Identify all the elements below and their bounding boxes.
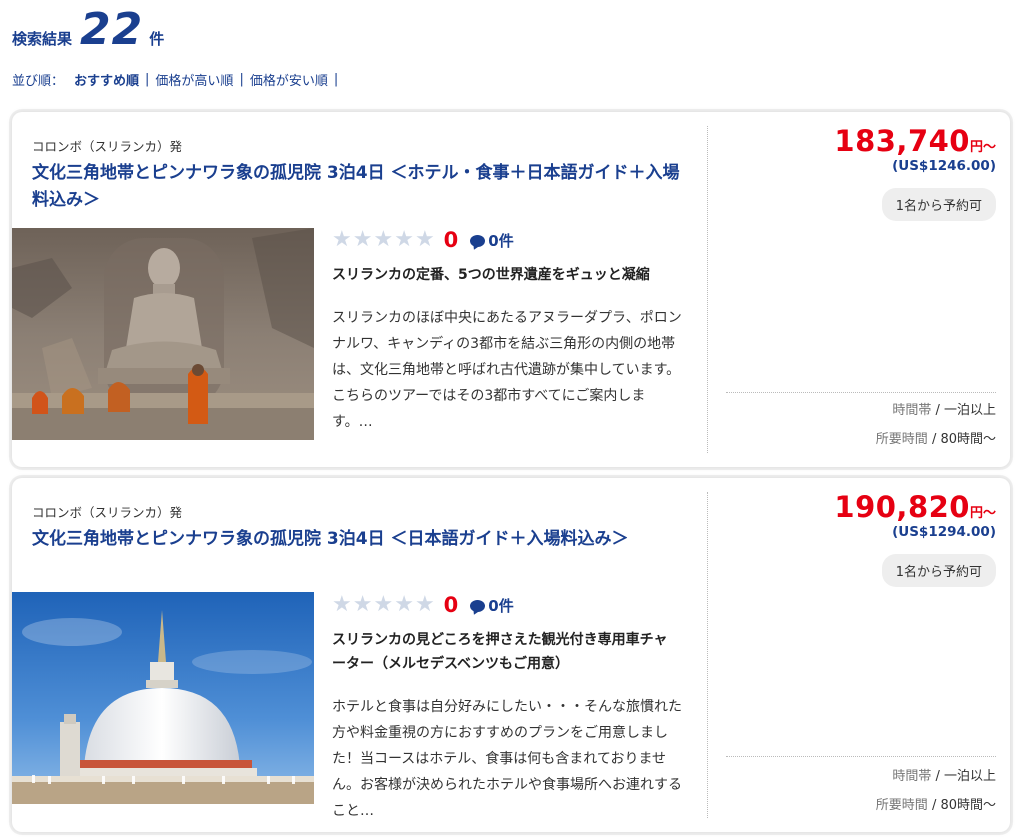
- duration-value: / 80時間〜: [927, 798, 996, 813]
- time-slot: 時間帯 / 一泊以上: [876, 396, 996, 425]
- price-column: 183,740円〜 (US$1246.00) 1名から予約可: [834, 124, 996, 221]
- comment-bubble-icon: [470, 235, 486, 247]
- rating-score: 0: [443, 228, 459, 252]
- tour-card[interactable]: コロンボ（スリランカ）発 文化三角地帯とピンナワラ象の孤児院 3泊4日 ＜ホテル…: [12, 112, 1010, 467]
- tour-info: ★ ★ ★ ★ ★ 0 0件 スリランカの定番、5つの世界遺産をギュッと凝縮 ス…: [332, 227, 692, 435]
- sort-separator: |: [145, 72, 150, 87]
- review-count: 0件: [488, 596, 514, 615]
- results-header: 検索結果 22 件: [12, 4, 164, 55]
- sort-separator: |: [239, 72, 244, 87]
- min-people-badge: 1名から予約可: [881, 188, 996, 221]
- time-slot-value: / 一泊以上: [931, 769, 996, 784]
- results-count: 22: [80, 4, 144, 55]
- sort-price-low[interactable]: 価格が安い順: [250, 70, 328, 89]
- results-label: 検索結果: [12, 30, 73, 48]
- rating-row: ★ ★ ★ ★ ★ 0 0件: [332, 227, 692, 253]
- tour-title-link[interactable]: 文化三角地帯とピンナワラ象の孤児院 3泊4日 ＜ホテル・食事＋日本語ガイド＋入場…: [32, 160, 682, 214]
- rating-row: ★ ★ ★ ★ ★ 0 0件: [332, 592, 692, 618]
- star-icon: ★: [414, 227, 435, 252]
- column-divider: [707, 492, 708, 818]
- star-icon: ★: [414, 592, 435, 617]
- tour-info: ★ ★ ★ ★ ★ 0 0件 スリランカの見どころを押さえた観光付き専用車チャー…: [332, 592, 692, 824]
- duration-label: 所要時間: [875, 798, 928, 813]
- price-column: 190,820円〜 (US$1294.00) 1名から予約可: [834, 490, 996, 587]
- stupa-photo: [12, 592, 314, 804]
- star-icon: ★: [352, 227, 373, 252]
- tour-origin: コロンボ（スリランカ）発: [32, 505, 183, 520]
- price-usd: (US$1294.00): [892, 524, 996, 540]
- tour-card[interactable]: コロンボ（スリランカ）発 文化三角地帯とピンナワラ象の孤児院 3泊4日 ＜日本語…: [12, 478, 1010, 832]
- price-amount: 190,820: [834, 490, 970, 524]
- sort-bar: 並び順： おすすめ順 | 価格が高い順 | 価格が安い順 |: [12, 70, 344, 89]
- tour-price: 190,820円〜: [834, 490, 996, 524]
- duration: 所要時間 / 80時間〜: [876, 425, 996, 454]
- meta-divider: [726, 756, 996, 757]
- star-icon: ★: [373, 227, 394, 252]
- price-unit: 円〜: [969, 140, 996, 155]
- tour-description: スリランカのほぼ中央にあたるアヌラーダプラ、ポロンナルワ、キャンディの3都市を結…: [332, 310, 682, 430]
- meta-divider: [726, 392, 996, 393]
- star-icon: ★: [373, 592, 394, 617]
- tour-origin: コロンボ（スリランカ）発: [32, 139, 183, 154]
- buddha-statue-photo: [12, 228, 314, 440]
- column-divider: [707, 126, 708, 453]
- tour-meta: 時間帯 / 一泊以上 所要時間 / 80時間〜: [876, 762, 996, 820]
- rating-score: 0: [443, 593, 459, 617]
- duration-label: 所要時間: [875, 432, 928, 447]
- tour-price: 183,740円〜: [834, 124, 996, 158]
- tour-photo[interactable]: [12, 228, 314, 440]
- min-people-badge: 1名から予約可: [881, 554, 996, 587]
- star-icon: ★: [332, 227, 352, 252]
- sort-separator: |: [333, 72, 339, 87]
- tour-headline: スリランカの定番、5つの世界遺産をギュッと凝縮: [332, 267, 650, 283]
- duration-value: / 80時間〜: [927, 432, 996, 447]
- review-count: 0件: [488, 231, 514, 250]
- tour-meta: 時間帯 / 一泊以上 所要時間 / 80時間〜: [876, 396, 996, 454]
- price-usd: (US$1246.00): [892, 158, 996, 174]
- rating-stars: ★ ★ ★ ★ ★: [332, 229, 436, 251]
- results-unit: 件: [149, 30, 165, 48]
- time-slot-label: 時間帯: [892, 769, 932, 784]
- tour-headline: スリランカの見どころを押さえた観光付き専用車チャーター（メルセデスベンツもご用意…: [332, 632, 668, 672]
- tour-photo[interactable]: [12, 592, 314, 804]
- time-slot: 時間帯 / 一泊以上: [876, 762, 996, 791]
- comment-bubble-icon: [470, 600, 486, 612]
- tour-description: ホテルと食事は自分好みにしたい・・・そんな旅慣れた方や料金重視の方におすすめのプ…: [332, 699, 682, 819]
- star-icon: ★: [394, 227, 414, 252]
- time-slot-value: / 一泊以上: [931, 403, 996, 418]
- price-unit: 円〜: [969, 506, 996, 521]
- star-icon: ★: [332, 592, 352, 617]
- time-slot-label: 時間帯: [892, 403, 932, 418]
- sort-label: 並び順：: [12, 74, 65, 89]
- sort-price-high[interactable]: 価格が高い順: [155, 70, 233, 89]
- sort-recommended[interactable]: おすすめ順: [74, 70, 139, 89]
- star-icon: ★: [394, 592, 414, 617]
- rating-stars: ★ ★ ★ ★ ★: [332, 594, 436, 616]
- star-icon: ★: [352, 592, 373, 617]
- review-count-link[interactable]: 0件: [470, 230, 514, 251]
- price-amount: 183,740: [834, 124, 970, 158]
- tour-title-link[interactable]: 文化三角地帯とピンナワラ象の孤児院 3泊4日 ＜日本語ガイド＋入場料込み＞: [32, 526, 682, 553]
- duration: 所要時間 / 80時間〜: [876, 791, 996, 820]
- review-count-link[interactable]: 0件: [470, 595, 514, 616]
